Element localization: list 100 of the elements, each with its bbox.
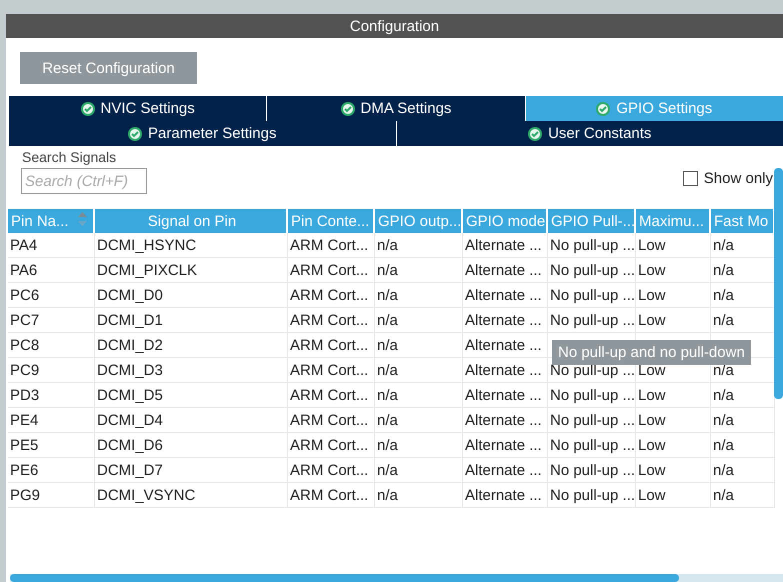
table-cell: Alternate ... — [463, 433, 548, 458]
table-cell: n/a — [375, 258, 463, 283]
checkbox-label: Show only — [704, 170, 773, 186]
table-cell: No pull-up ... — [548, 458, 636, 483]
table-cell: No pull-up ... — [548, 408, 636, 433]
table-cell: Low — [636, 433, 711, 458]
table-cell: DCMI_D7 — [95, 458, 288, 483]
table-cell: No pull-up ... — [548, 483, 636, 508]
table-cell: ARM Cort... — [288, 408, 375, 433]
table-cell: Low — [636, 283, 711, 308]
table-cell: ARM Cort... — [288, 358, 375, 383]
search-label: Search Signals — [22, 149, 116, 165]
column-header[interactable]: GPIO outp... — [375, 209, 463, 233]
table-cell: n/a — [375, 283, 463, 308]
table-cell: PE4 — [8, 408, 95, 433]
table-cell: PC8 — [8, 333, 95, 358]
table-cell: ARM Cort... — [288, 458, 375, 483]
table-cell: Alternate ... — [463, 333, 548, 358]
table-cell: DCMI_D1 — [95, 308, 288, 333]
check-circle-icon — [128, 126, 142, 140]
table-cell: DCMI_VSYNC — [95, 483, 288, 508]
table-cell: n/a — [711, 458, 775, 483]
table-cell: ARM Cort... — [288, 383, 375, 408]
table-cell: No pull-up ... — [548, 308, 636, 333]
table-cell: ARM Cort... — [288, 483, 375, 508]
tab[interactable]: Parameter Settings — [9, 121, 396, 146]
table-cell: Alternate ... — [463, 458, 548, 483]
table-cell: Alternate ... — [463, 408, 548, 433]
table-cell: n/a — [375, 483, 463, 508]
table-cell: Low — [636, 258, 711, 283]
table-cell: PE6 — [8, 458, 95, 483]
table-cell: Alternate ... — [463, 233, 548, 258]
check-circle-icon — [596, 102, 610, 116]
table-cell: n/a — [375, 333, 463, 358]
table-cell: DCMI_D2 — [95, 333, 288, 358]
tab[interactable]: DMA Settings — [267, 96, 526, 121]
tab[interactable]: NVIC Settings — [9, 96, 268, 121]
table-cell: n/a — [375, 408, 463, 433]
column-header[interactable]: Signal on Pin — [95, 209, 288, 233]
table-cell: DCMI_D3 — [95, 358, 288, 383]
table-cell: ARM Cort... — [288, 233, 375, 258]
table-cell: Low — [636, 308, 711, 333]
search-field[interactable]: Search (Ctrl+F) — [21, 168, 147, 194]
column-header[interactable]: Pin Na... — [8, 209, 95, 233]
table-cell: Alternate ... — [463, 383, 548, 408]
table-cell: n/a — [711, 483, 775, 508]
table-cell: No pull-up ... — [548, 258, 636, 283]
table-cell: ARM Cort... — [288, 283, 375, 308]
table-cell: Alternate ... — [463, 483, 548, 508]
table-cell: PA6 — [8, 258, 95, 283]
tab[interactable]: User Constants — [396, 121, 783, 146]
horizontal-scrollbar[interactable] — [10, 574, 679, 582]
table-cell: PC9 — [8, 358, 95, 383]
table-cell: PA4 — [8, 233, 95, 258]
table-cell: ARM Cort... — [288, 258, 375, 283]
table-cell: n/a — [375, 383, 463, 408]
table-cell: n/a — [375, 458, 463, 483]
column-header[interactable]: GPIO mode — [463, 209, 548, 233]
table-cell: Alternate ... — [463, 358, 548, 383]
table-cell: n/a — [375, 308, 463, 333]
column-header[interactable]: Pin Conte... — [288, 209, 375, 233]
table-cell: PG9 — [8, 483, 95, 508]
table-cell: n/a — [375, 358, 463, 383]
check-circle-icon — [340, 102, 355, 116]
table-cell: Low — [636, 458, 711, 483]
check-circle-icon — [80, 102, 95, 116]
table-cell: PC7 — [8, 308, 95, 333]
table-cell: No pull-up ... — [548, 433, 636, 458]
sort-icon[interactable] — [78, 212, 87, 226]
table-cell: Low — [636, 408, 711, 433]
table-cell: DCMI_D0 — [95, 283, 288, 308]
table-cell: DCMI_PIXCLK — [95, 258, 288, 283]
table-cell: No pull-up ... — [548, 283, 636, 308]
table-cell: PD3 — [8, 383, 95, 408]
table-cell: Low — [636, 383, 711, 408]
check-circle-icon — [528, 126, 542, 140]
column-header[interactable]: Maximu... — [636, 209, 711, 233]
table-cell: PE5 — [8, 433, 95, 458]
tab[interactable]: GPIO Settings — [526, 96, 783, 121]
table-cell: ARM Cort... — [288, 433, 375, 458]
table-cell: Alternate ... — [463, 283, 548, 308]
column-header[interactable]: Fast Mo — [711, 209, 775, 233]
panel-title: Configuration — [6, 14, 783, 38]
table-cell: ARM Cort... — [288, 333, 375, 358]
table-cell: ARM Cort... — [288, 308, 375, 333]
table-cell: Low — [636, 483, 711, 508]
reset-button[interactable]: Reset Configuration — [20, 52, 197, 84]
table-cell: DCMI_D4 — [95, 408, 288, 433]
table-cell: No pull-up ... — [548, 233, 636, 258]
checkbox[interactable] — [682, 170, 698, 186]
table-cell: DCMI_D6 — [95, 433, 288, 458]
column-header[interactable]: GPIO Pull-... — [548, 209, 636, 233]
table-cell: No pull-up ... — [548, 383, 636, 408]
tooltip: No pull-up and no pull-down — [552, 340, 751, 365]
vertical-scrollbar[interactable] — [774, 168, 783, 399]
table-cell: n/a — [711, 433, 775, 458]
table-cell: Low — [636, 233, 711, 258]
table-cell: n/a — [375, 433, 463, 458]
table-cell: Alternate ... — [463, 308, 548, 333]
table-cell: DCMI_D5 — [95, 383, 288, 408]
